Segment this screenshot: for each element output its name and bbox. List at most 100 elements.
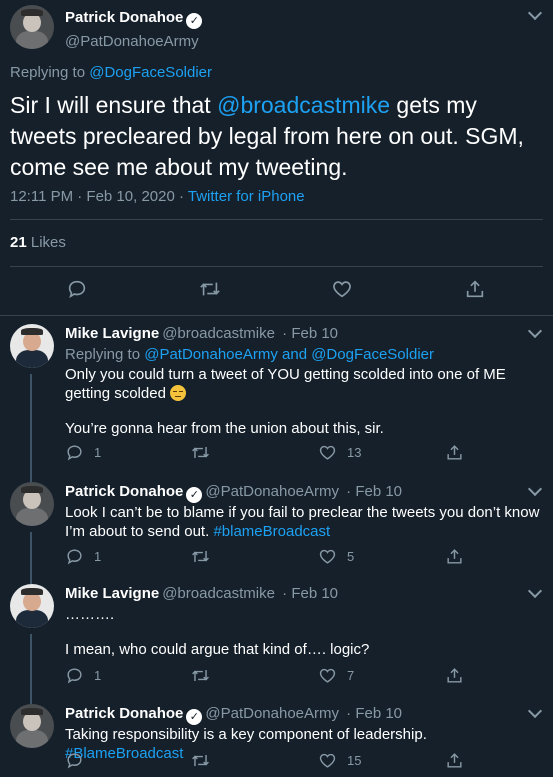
reply-tweet[interactable]: Mike Lavigne @broadcastmike · Feb 10 ……….… xyxy=(0,576,553,696)
share-button[interactable] xyxy=(445,666,464,685)
reply-actions: 15 xyxy=(0,751,553,777)
like-button[interactable]: 5 xyxy=(318,547,354,566)
reply-icon xyxy=(67,445,82,461)
author-name[interactable]: Patrick Donahoe xyxy=(65,9,183,26)
retweet-button[interactable] xyxy=(198,278,222,300)
share-button[interactable] xyxy=(445,443,464,462)
like-count: 13 xyxy=(347,445,362,460)
timestamp[interactable]: 12:11 PM · Feb 10, 2020 xyxy=(10,188,175,205)
reply-header: Mike Lavigne @broadcastmike · Feb 10 xyxy=(65,585,338,602)
reply-tweet[interactable]: Patrick Donahoe ✓ @PatDonahoeArmy · Feb 10… xyxy=(0,474,553,576)
chevron-down-icon[interactable] xyxy=(527,703,543,719)
thread-line xyxy=(30,696,32,704)
chevron-down-icon[interactable] xyxy=(527,583,543,599)
reply-button[interactable] xyxy=(65,751,94,770)
reply-button[interactable]: 1 xyxy=(65,443,101,462)
retweet-button[interactable] xyxy=(190,666,221,685)
author-block: Patrick Donahoe ✓ @PatDonahoeArmy xyxy=(65,9,203,50)
author-name[interactable]: Mike Lavigne xyxy=(65,325,159,342)
author-name[interactable]: Patrick Donahoe xyxy=(65,483,183,500)
share-icon xyxy=(447,668,462,683)
verified-badge-icon: ✓ xyxy=(186,487,203,503)
chevron-down-icon[interactable] xyxy=(527,5,543,21)
reply-button[interactable]: 1 xyxy=(65,666,101,685)
share-icon xyxy=(447,549,462,564)
likes-summary[interactable]: 21 Likes xyxy=(10,234,66,251)
reply-count: 1 xyxy=(94,668,102,683)
share-button[interactable] xyxy=(464,278,486,300)
hashtag-link[interactable]: #blameBroadcast xyxy=(213,523,330,540)
like-button[interactable]: 7 xyxy=(318,666,354,685)
reply-icon xyxy=(68,280,86,299)
share-icon xyxy=(447,445,462,460)
author-handle[interactable]: @PatDonahoeArmy xyxy=(205,483,339,500)
author-name[interactable]: Mike Lavigne xyxy=(65,585,159,602)
like-icon xyxy=(319,549,336,564)
reply-text: ………. xyxy=(65,606,115,623)
avatar[interactable] xyxy=(10,584,54,628)
avatar[interactable] xyxy=(10,482,54,526)
tweet-meta: 12:11 PM · Feb 10, 2020 · Twitter for iP… xyxy=(10,188,305,205)
reply-date[interactable]: · Feb 10 xyxy=(278,325,338,342)
author-handle[interactable]: @PatDonahoeArmy xyxy=(65,33,202,50)
reply-date[interactable]: · Feb 10 xyxy=(342,705,402,722)
reply-text: Only you could turn a tweet of YOU getti… xyxy=(65,366,506,402)
share-button[interactable] xyxy=(445,751,464,770)
author-handle[interactable]: @broadcastmike xyxy=(162,585,275,602)
like-button[interactable] xyxy=(331,278,353,300)
reply-date[interactable]: · Feb 10 xyxy=(342,483,402,500)
like-button[interactable]: 15 xyxy=(318,751,361,770)
reply-icon xyxy=(67,753,82,769)
reply-tweet[interactable]: Patrick Donahoe ✓ @PatDonahoeArmy · Feb 10… xyxy=(0,696,553,777)
main-actions xyxy=(0,276,553,306)
avatar[interactable] xyxy=(10,324,54,368)
like-icon xyxy=(333,281,351,298)
reply-count: 1 xyxy=(94,549,102,564)
mention-link[interactable]: @broadcastmike xyxy=(217,92,390,118)
author-handle[interactable]: @PatDonahoeArmy xyxy=(205,705,339,722)
reply-button[interactable] xyxy=(66,278,88,300)
reply-tweet[interactable]: Mike Lavigne @broadcastmike · Feb 10 Repl… xyxy=(0,316,553,474)
chevron-down-icon[interactable] xyxy=(527,323,543,339)
avatar[interactable] xyxy=(10,704,54,748)
retweet-icon xyxy=(200,282,220,296)
share-button[interactable] xyxy=(445,547,464,566)
like-count: 15 xyxy=(347,753,362,768)
divider xyxy=(10,219,543,220)
replying-to-link[interactable]: @PatDonahoeArmy and @DogFaceSoldier xyxy=(144,346,434,363)
reply-text-2: You’re gonna hear from the union about t… xyxy=(65,420,384,437)
like-icon xyxy=(319,445,336,460)
reply-actions: 1 13 xyxy=(0,443,553,473)
retweet-icon xyxy=(192,446,209,459)
author-handle[interactable]: @broadcastmike xyxy=(162,325,275,342)
tweet-text: Sir I will ensure that @broadcastmike ge… xyxy=(10,92,524,180)
reply-button[interactable]: 1 xyxy=(65,547,101,566)
like-count: 5 xyxy=(347,549,355,564)
reply-date[interactable]: · Feb 10 xyxy=(278,585,338,602)
reply-header: Patrick Donahoe ✓ @PatDonahoeArmy · Feb 10 xyxy=(65,705,402,725)
thread-line xyxy=(30,576,32,584)
author-name[interactable]: Patrick Donahoe xyxy=(65,705,183,722)
retweet-button[interactable] xyxy=(190,443,221,462)
like-count: 7 xyxy=(347,668,355,683)
retweet-icon xyxy=(192,550,209,563)
verified-badge-icon: ✓ xyxy=(186,13,203,29)
chevron-down-icon[interactable] xyxy=(527,481,543,497)
reply-header: Mike Lavigne @broadcastmike · Feb 10 xyxy=(65,325,338,342)
reply-actions: 1 5 xyxy=(0,547,553,577)
share-icon xyxy=(447,753,462,768)
reply-text: Look I can’t be to blame if you fail to … xyxy=(65,504,540,540)
source-link[interactable]: Twitter for iPhone xyxy=(188,188,305,205)
reply-text-2: I mean, who could argue that kind of…. l… xyxy=(65,641,370,658)
likes-count: 21 xyxy=(10,234,27,251)
like-icon xyxy=(319,668,336,683)
retweet-icon xyxy=(192,754,209,767)
replying-to-link[interactable]: @DogFaceSoldier xyxy=(89,64,212,81)
retweet-icon xyxy=(192,669,209,682)
retweet-button[interactable] xyxy=(190,547,221,566)
avatar[interactable] xyxy=(10,5,54,49)
retweet-button[interactable] xyxy=(190,751,221,770)
like-button[interactable]: 13 xyxy=(318,443,361,462)
thread-line xyxy=(30,474,32,482)
verified-badge-icon: ✓ xyxy=(186,709,203,725)
